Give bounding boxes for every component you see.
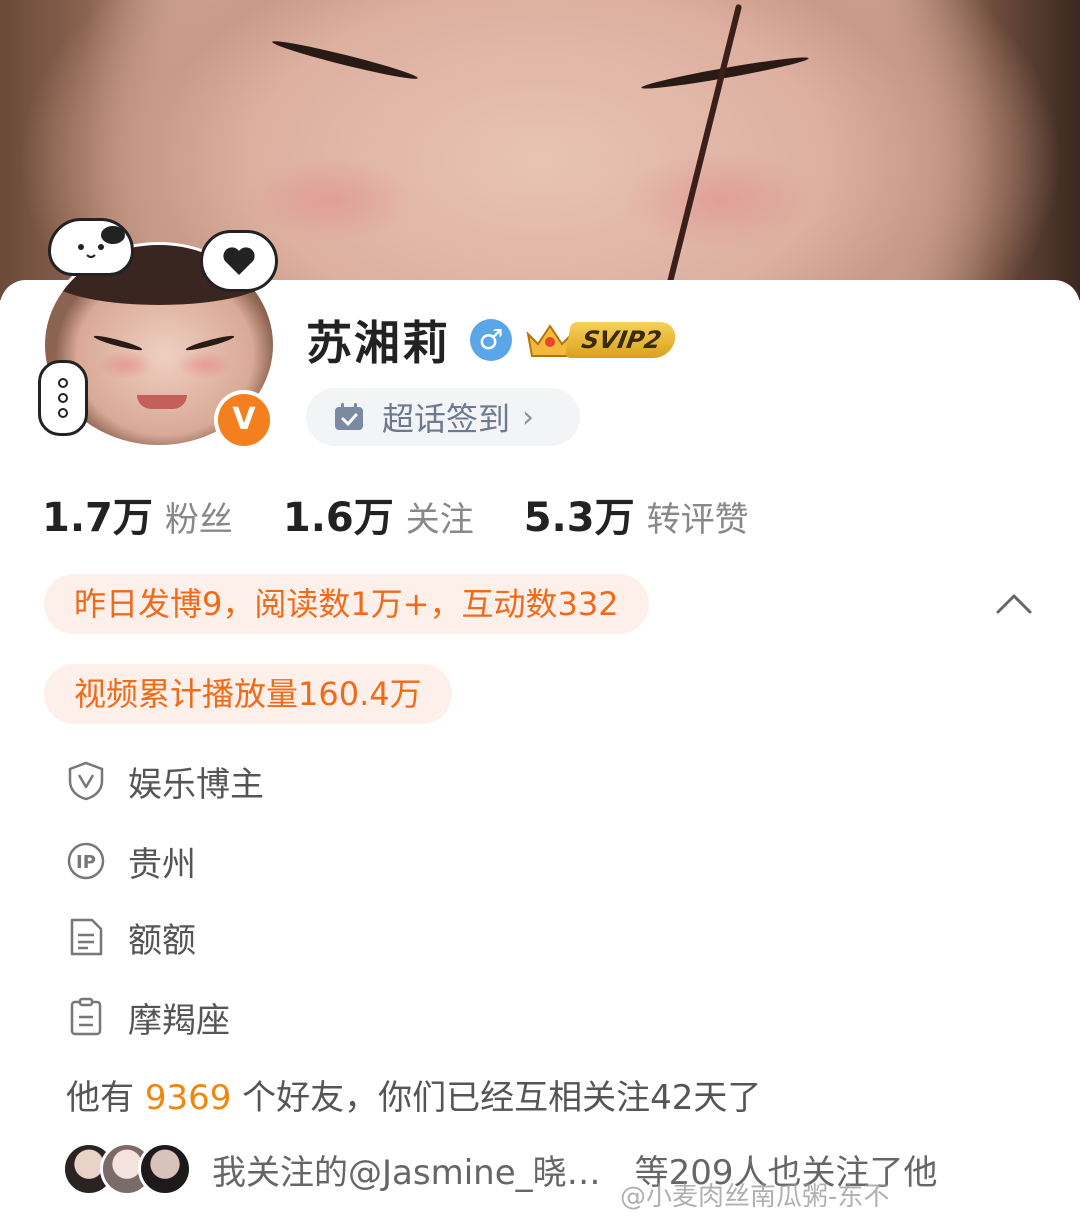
avatar[interactable]: V bbox=[38, 210, 278, 450]
supertopic-checkin-button[interactable]: 超话签到 › bbox=[306, 388, 580, 446]
calendar-check-icon bbox=[335, 403, 363, 430]
following-label[interactable]: 关注 bbox=[406, 492, 474, 541]
chevron-up-icon[interactable] bbox=[994, 588, 1034, 618]
watermark: @小麦肉丝南瓜粥-东不 bbox=[620, 1182, 890, 1212]
cat-sticker-icon bbox=[48, 218, 134, 276]
friends-suffix: 个好友，你们已经互相关注42天了 bbox=[231, 1078, 762, 1118]
cover-hair-strand bbox=[663, 3, 743, 297]
bio-row[interactable]: 额额 bbox=[66, 912, 196, 962]
supertopic-label: 超话签到 bbox=[382, 400, 511, 438]
followers-label[interactable]: 粉丝 bbox=[165, 492, 233, 541]
friends-count: 9369 bbox=[144, 1078, 232, 1118]
zodiac-text: 摩羯座 bbox=[128, 1000, 230, 1041]
ip-location-row: IP 贵州 bbox=[66, 836, 196, 886]
following-count[interactable]: 1.6万 bbox=[283, 485, 394, 543]
svip-badge[interactable]: SVIP2 bbox=[524, 318, 679, 362]
gender-male-icon: ♂ bbox=[470, 319, 512, 361]
bio-text: 额额 bbox=[128, 920, 196, 961]
svg-text:IP: IP bbox=[76, 852, 96, 873]
avatar-eye-left bbox=[93, 333, 143, 353]
category-text: 娱乐博主 bbox=[128, 764, 264, 805]
cover-eye-left bbox=[271, 37, 419, 83]
video-plays-pill[interactable]: 视频累计播放量160.4万 bbox=[44, 664, 452, 724]
mutual-friends-text[interactable]: 他有 9369 个好友，你们已经互相关注42天了 bbox=[66, 1070, 761, 1119]
svip-label: SVIP2 bbox=[564, 322, 679, 358]
interactions-count[interactable]: 5.3万 bbox=[524, 485, 635, 543]
zodiac-row: 摩羯座 bbox=[66, 992, 230, 1042]
friends-prefix: 他有 bbox=[66, 1078, 145, 1118]
chevron-right-icon: › bbox=[522, 399, 535, 435]
shield-v-icon bbox=[68, 761, 104, 801]
avatar-mouth bbox=[137, 395, 187, 409]
name-row: 苏湘莉 ♂ SVIP2 bbox=[306, 305, 679, 375]
avatar-eye-right bbox=[185, 333, 235, 353]
ip-icon: IP bbox=[67, 842, 105, 880]
interactions-label[interactable]: 转评赞 bbox=[647, 492, 749, 541]
ip-location-text: 贵州 bbox=[128, 844, 196, 885]
stats-row: 1.7万 粉丝 1.6万 关注 5.3万 转评赞 bbox=[42, 485, 799, 541]
heart-speech-icon bbox=[200, 230, 278, 292]
verified-v-icon: V bbox=[214, 390, 274, 450]
yesterday-stats-pill[interactable]: 昨日发博9，阅读数1万+，互动数332 bbox=[44, 574, 649, 634]
followers-count[interactable]: 1.7万 bbox=[42, 485, 153, 543]
dots-speech-icon bbox=[38, 360, 88, 436]
clipboard-icon bbox=[70, 997, 102, 1036]
category-row[interactable]: 娱乐博主 bbox=[66, 756, 264, 806]
avatar bbox=[138, 1142, 192, 1196]
user-name: 苏湘莉 bbox=[306, 316, 450, 370]
document-icon bbox=[70, 918, 103, 956]
